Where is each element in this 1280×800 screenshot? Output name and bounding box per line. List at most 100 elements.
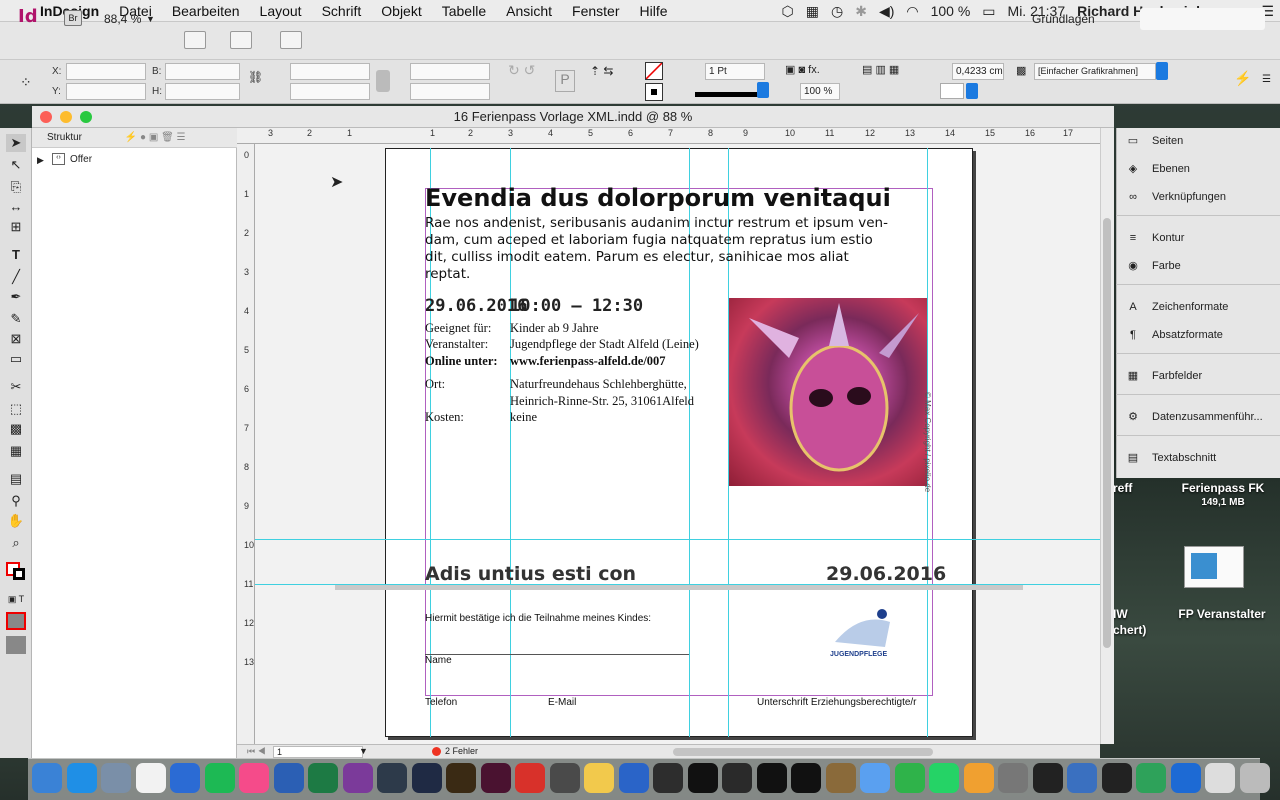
- menu-ansicht[interactable]: Ansicht: [496, 3, 562, 19]
- close-icon[interactable]: [40, 111, 52, 123]
- structure-toolbar-icons[interactable]: ⚡ ● ▣ 🗑 ☰: [125, 132, 186, 143]
- rectangle-frame-tool-icon[interactable]: ⊠: [6, 330, 26, 348]
- page-dropdown-icon[interactable]: ▼: [359, 746, 368, 756]
- stroke-indicator-icon[interactable]: [13, 568, 25, 580]
- lightning-icon[interactable]: ⚡: [1234, 70, 1251, 87]
- menu-schrift[interactable]: Schrift: [312, 3, 372, 19]
- desktop-file-name-2[interactable]: FP Veranstalter: [1164, 607, 1280, 621]
- menu-layout[interactable]: Layout: [250, 3, 312, 19]
- panel-farbe[interactable]: ◉ Farbe: [1124, 255, 1274, 277]
- event-time[interactable]: 10:00 – 12:30: [510, 296, 643, 316]
- formatting-affects-icon[interactable]: ▣ T: [6, 590, 26, 608]
- battery-text[interactable]: 100 %: [925, 3, 977, 19]
- corner-dropdown[interactable]: [966, 83, 978, 99]
- dock-app-icon[interactable]: [1101, 763, 1132, 793]
- panel-zeichenformate[interactable]: A Zeichenformate: [1124, 296, 1274, 318]
- selection-tool-icon[interactable]: ➤: [6, 134, 26, 152]
- hand-tool-icon[interactable]: ✋: [6, 512, 26, 530]
- dock-app-icon[interactable]: [929, 763, 959, 793]
- volume-icon[interactable]: ◀): [873, 3, 900, 20]
- menu-fenster[interactable]: Fenster: [562, 3, 629, 19]
- panel-datenzusammenfuehrung[interactable]: ⚙ Datenzusammenführ...: [1124, 406, 1274, 428]
- stroke-weight-field[interactable]: 1 Pt: [705, 63, 765, 80]
- arrange-documents-button[interactable]: [280, 31, 302, 49]
- desktop-file-thumbnail[interactable]: [1184, 546, 1244, 588]
- screen-mode-button[interactable]: [230, 31, 252, 49]
- frame-style-dropdown[interactable]: [1156, 62, 1168, 80]
- pen-tool-icon[interactable]: ✒: [6, 288, 26, 306]
- structure-root-element[interactable]: Offer: [70, 154, 92, 165]
- scissors-tool-icon[interactable]: ✂: [6, 378, 26, 396]
- dock-app-icon[interactable]: [32, 763, 62, 793]
- stroke-swatch[interactable]: [645, 83, 663, 101]
- scroll-thumb[interactable]: [1103, 218, 1111, 648]
- keyboard-icon[interactable]: ▦: [800, 3, 825, 20]
- sub-date[interactable]: 29.06.2016: [826, 563, 946, 585]
- preflight-errors[interactable]: 2 Fehler: [445, 746, 478, 756]
- menu-hilfe[interactable]: Hilfe: [630, 3, 678, 19]
- dock-app-icon[interactable]: [411, 763, 442, 793]
- dock-app-icon[interactable]: [825, 763, 856, 793]
- dock-app-icon[interactable]: [480, 763, 511, 793]
- email-label[interactable]: E-Mail: [548, 697, 576, 708]
- dock-app-icon[interactable]: [687, 763, 718, 793]
- signature-label[interactable]: Unterschrift Erziehungsberechtigte/r: [757, 697, 917, 708]
- rotation-field[interactable]: [410, 63, 490, 80]
- panel-textabschnitt[interactable]: ▤ Textabschnitt: [1124, 447, 1274, 469]
- dock-app-icon[interactable]: [342, 763, 373, 793]
- mask-photo[interactable]: [729, 298, 927, 486]
- corner-options[interactable]: [940, 83, 964, 99]
- type-tool-icon[interactable]: T: [6, 246, 26, 264]
- panel-ebenen[interactable]: ◈ Ebenen: [1124, 158, 1274, 180]
- content-collector-icon[interactable]: ⊞: [6, 218, 26, 236]
- width-field[interactable]: [165, 63, 240, 80]
- eyedropper-tool-icon[interactable]: ⚲: [6, 492, 26, 510]
- zoom-level[interactable]: 88,4 %: [104, 12, 141, 26]
- dock-app-icon[interactable]: [515, 763, 545, 793]
- dock-app-icon[interactable]: [1205, 763, 1235, 793]
- phone-label[interactable]: Telefon: [425, 697, 457, 708]
- panel-farbfelder[interactable]: ▦ Farbfelder: [1124, 365, 1274, 387]
- page-tool-icon[interactable]: ⎘: [6, 178, 26, 196]
- panel-verknuepfungen[interactable]: ∞ Verknüpfungen: [1124, 186, 1274, 208]
- name-label[interactable]: Name: [425, 655, 452, 666]
- expand-triangle-icon[interactable]: ▶: [37, 155, 44, 166]
- dock-app-icon[interactable]: [239, 763, 269, 793]
- dock-app-icon[interactable]: [653, 763, 683, 793]
- stroke-type-selector[interactable]: [695, 85, 765, 97]
- zoom-dropdown-icon[interactable]: ▼: [146, 14, 155, 24]
- dock-app-icon[interactable]: [1032, 763, 1063, 793]
- panel-seiten[interactable]: ▭ Seiten: [1124, 130, 1274, 152]
- apply-none-icon[interactable]: [6, 612, 26, 630]
- consent-text[interactable]: Hiermit bestätige ich die Teilnahme mein…: [425, 613, 651, 624]
- dropbox-icon[interactable]: ⬡: [776, 3, 800, 20]
- stroke-type-dropdown[interactable]: [757, 82, 769, 98]
- search-input[interactable]: [1140, 8, 1265, 30]
- dock-app-icon[interactable]: [894, 763, 925, 793]
- page-number-field[interactable]: 1: [273, 746, 363, 758]
- dock-app-icon[interactable]: [963, 763, 994, 793]
- dock-app-icon[interactable]: [860, 763, 890, 793]
- menu-bearbeiten[interactable]: Bearbeiten: [162, 3, 250, 19]
- page-heading[interactable]: Evendia dus dolorporum venitaqui: [425, 184, 891, 212]
- reference-value-field[interactable]: 0,4233 cm: [952, 63, 1004, 80]
- view-options-button[interactable]: [184, 31, 206, 49]
- effects-icons[interactable]: ▣ ◙ fx.: [785, 63, 820, 76]
- free-transform-tool-icon[interactable]: ⬚: [6, 400, 26, 418]
- line-tool-icon[interactable]: ╱: [6, 268, 26, 286]
- dock-app-icon[interactable]: [998, 763, 1028, 793]
- panel-menu-icon[interactable]: ☰: [1262, 74, 1271, 85]
- reference-point-icon[interactable]: ⁘: [20, 68, 42, 96]
- p-icon[interactable]: P: [555, 70, 575, 92]
- dock-app-icon[interactable]: [135, 763, 166, 793]
- dock-app-icon[interactable]: [273, 763, 304, 793]
- link-scale-icon[interactable]: [376, 70, 390, 92]
- gradient-feather-tool-icon[interactable]: ▦: [6, 442, 26, 460]
- dock-app-icon[interactable]: [1170, 763, 1201, 793]
- dock-app-icon[interactable]: [308, 763, 338, 793]
- dock-app-icon[interactable]: [549, 763, 580, 793]
- battery-icon[interactable]: ▭: [976, 3, 1001, 20]
- constrain-proportions-icon[interactable]: ⛓: [248, 70, 263, 84]
- bluetooth-icon[interactable]: ✱: [849, 3, 873, 20]
- dock-app-icon[interactable]: [584, 763, 614, 793]
